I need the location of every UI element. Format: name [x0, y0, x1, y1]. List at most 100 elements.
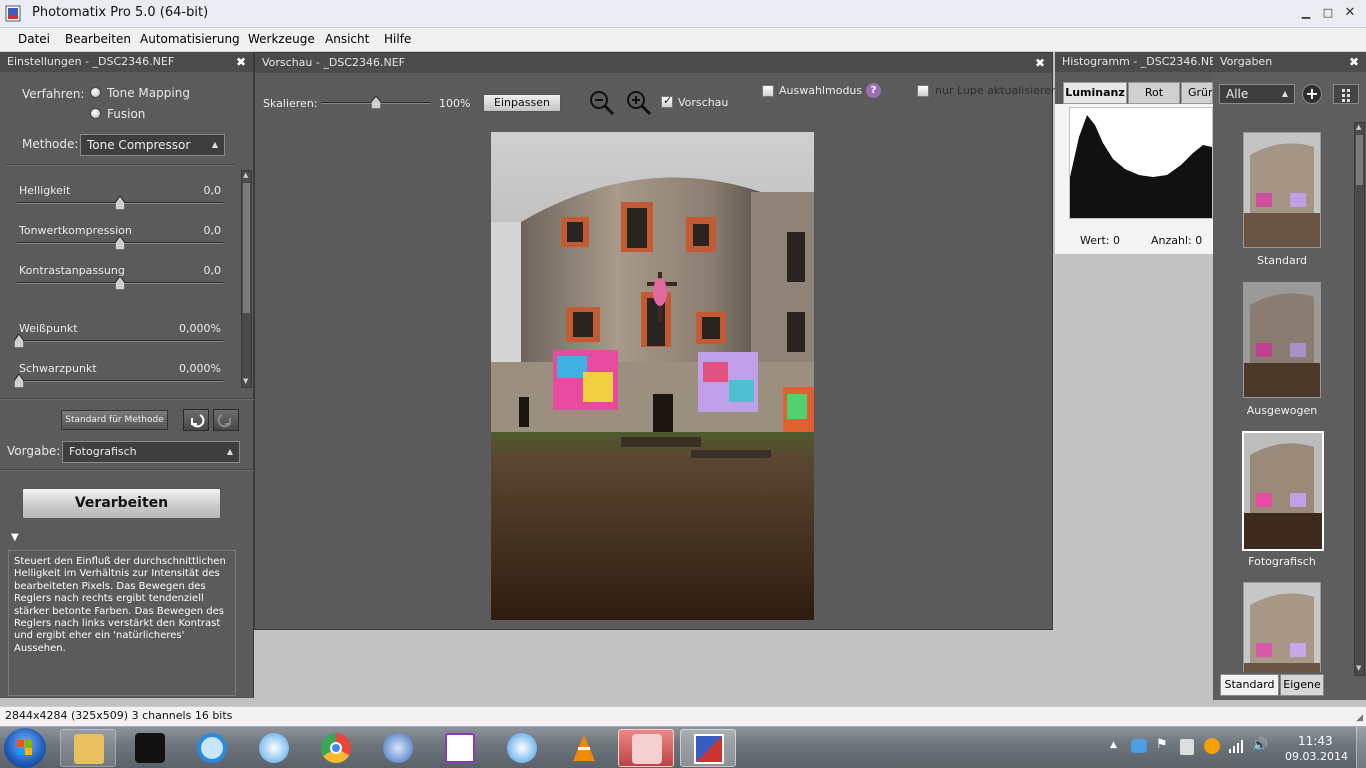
settings-scrollbar[interactable]: ▲ ▼	[241, 170, 252, 388]
vorgabe-dropdown[interactable]: Fotografisch ▲	[62, 441, 240, 463]
dropdown-arrows-icon: ▲	[226, 447, 233, 456]
zoom-out-icon[interactable]	[588, 89, 616, 120]
settings-panel: Einstellungen - _DSC2346.NEF ✖ Verfahren…	[0, 52, 254, 698]
standard-for-method-button[interactable]: Standard für Methode	[61, 410, 168, 430]
slider-schwarzpunkt[interactable]: Schwarzpunkt 0,000%	[14, 362, 226, 392]
menu-automatisierung[interactable]: Automatisierung	[140, 32, 240, 46]
menu-hilfe[interactable]: Hilfe	[384, 32, 411, 46]
preset-label: Ausgewogen	[1246, 404, 1318, 417]
collapse-triangle-icon[interactable]: ▼	[11, 532, 19, 543]
scroll-down-icon[interactable]: ▼	[1356, 664, 1361, 672]
unity-icon	[135, 733, 165, 763]
close-window-button[interactable]: ✕	[1343, 6, 1357, 20]
slider-thumb-icon[interactable]	[115, 276, 125, 290]
loupe-only-checkbox[interactable]	[917, 85, 929, 97]
methode-dropdown[interactable]: Tone Compressor ▲	[80, 134, 225, 156]
tray-expand-icon[interactable]: ▲	[1110, 740, 1117, 750]
presets-scrollbar[interactable]: ▲ ▼	[1354, 122, 1365, 676]
scrollbar-thumb[interactable]	[1356, 135, 1363, 185]
scale-slider-thumb-icon[interactable]	[371, 96, 381, 109]
tray-cloud-icon[interactable]	[1131, 739, 1147, 753]
preset-card-standard[interactable]: Standard	[1243, 132, 1321, 267]
window-title: Photomatix Pro 5.0 (64-bit)	[32, 5, 209, 20]
scrollbar-thumb[interactable]	[243, 183, 250, 313]
selection-mode-checkbox[interactable]	[762, 85, 774, 97]
undo-button[interactable]	[183, 409, 209, 431]
taskbar-onenote[interactable]	[432, 729, 488, 767]
taskbar-internet-explorer[interactable]	[184, 729, 240, 767]
process-button[interactable]: Verarbeiten	[22, 488, 221, 519]
slider-label: Kontrastanpassung	[19, 264, 125, 277]
slider-thumb-icon[interactable]	[14, 374, 24, 388]
tab-eigene-presets[interactable]: Eigene	[1280, 674, 1324, 696]
preset-card-ausgewogen[interactable]: Ausgewogen	[1243, 282, 1321, 417]
maximize-button[interactable]: □	[1321, 6, 1335, 20]
taskbar-thunderbird[interactable]	[370, 729, 426, 767]
slider-area: Helligkeit 0,0 Tonwertkompression 0,0 Ko…	[0, 170, 252, 392]
show-desktop-button[interactable]	[1356, 727, 1366, 768]
histogram-panel: Histogramm - _DSC2346.NEF Luminanz Rot G…	[1055, 52, 1213, 254]
tray-signal-icon[interactable]	[1228, 738, 1244, 757]
selection-mode-label: Auswahlmodus	[779, 84, 863, 97]
menu-datei[interactable]: Datei	[18, 32, 50, 46]
tray-volume-icon[interactable]: 🔊	[1252, 738, 1268, 753]
menu-werkzeuge[interactable]: Werkzeuge	[248, 32, 315, 46]
preset-card[interactable]	[1243, 582, 1321, 672]
slider-thumb-icon[interactable]	[115, 196, 125, 210]
scale-label: Skalieren:	[263, 97, 318, 110]
dropdown-arrows-icon: ▲	[211, 140, 218, 149]
slider-thumb-icon[interactable]	[14, 334, 24, 348]
minimize-button[interactable]: ▁	[1299, 6, 1313, 20]
taskbar-photomatix[interactable]	[680, 729, 736, 767]
tab-gruen[interactable]: Grün	[1181, 82, 1213, 104]
tab-luminanz[interactable]: Luminanz	[1063, 82, 1127, 104]
preset-filter-dropdown[interactable]: Alle ▲	[1219, 84, 1295, 104]
fit-button[interactable]: Einpassen	[483, 94, 561, 112]
scroll-up-icon[interactable]: ▲	[1356, 123, 1361, 131]
taskbar-explorer[interactable]	[60, 729, 116, 767]
settings-panel-close-icon[interactable]: ✖	[236, 52, 246, 72]
snipping-tool-icon	[632, 734, 662, 764]
taskbar-vlc[interactable]	[556, 729, 612, 767]
menu-ansicht[interactable]: Ansicht	[325, 32, 369, 46]
slider-value: 0,000%	[179, 322, 221, 335]
onenote-icon	[445, 733, 475, 763]
internet-explorer-icon	[197, 733, 227, 763]
tab-standard-presets[interactable]: Standard	[1220, 674, 1279, 696]
scale-slider[interactable]	[321, 96, 431, 109]
scroll-down-icon[interactable]: ▼	[243, 377, 248, 385]
taskbar-chrome[interactable]	[308, 729, 364, 767]
slider-kontrastanpassung[interactable]: Kontrastanpassung 0,0	[14, 264, 226, 294]
clock-date[interactable]: 09.03.2014	[1285, 750, 1348, 763]
presets-panel-close-icon[interactable]: ✖	[1349, 52, 1359, 72]
preview-panel-close-icon[interactable]: ✖	[1035, 53, 1045, 73]
preview-image[interactable]	[491, 132, 814, 620]
tab-rot[interactable]: Rot	[1128, 82, 1180, 104]
taskbar-itunes[interactable]	[494, 729, 550, 767]
taskbar-unity[interactable]	[122, 729, 178, 767]
fusion-radio[interactable]	[90, 108, 101, 119]
preset-card-fotografisch[interactable]: Fotografisch	[1242, 431, 1324, 568]
fusion-label: Fusion	[107, 107, 146, 121]
view-grid-icon[interactable]	[1333, 84, 1359, 104]
slider-tonwertkompression[interactable]: Tonwertkompression 0,0	[14, 224, 226, 254]
slider-helligkeit[interactable]: Helligkeit 0,0	[14, 184, 226, 214]
menu-bearbeiten[interactable]: Bearbeiten	[65, 32, 131, 46]
scroll-up-icon[interactable]: ▲	[243, 171, 248, 179]
tray-app-icon[interactable]	[1204, 738, 1220, 754]
taskbar-snipping-tool[interactable]	[618, 729, 674, 767]
preview-checkbox[interactable]: ✓	[661, 94, 673, 108]
tray-flag-icon[interactable]: ⚑	[1156, 737, 1168, 752]
help-icon[interactable]: ?	[866, 83, 881, 98]
resize-grip-icon[interactable]: ◢	[1356, 709, 1363, 727]
tone-mapping-radio[interactable]	[90, 87, 101, 98]
taskbar-safari[interactable]	[246, 729, 302, 767]
add-preset-icon[interactable]: +	[1302, 84, 1322, 104]
slider-thumb-icon[interactable]	[115, 236, 125, 250]
start-button[interactable]	[4, 728, 46, 768]
slider-weisspunkt[interactable]: Weißpunkt 0,000%	[14, 322, 226, 352]
tray-device-icon[interactable]	[1180, 739, 1194, 755]
clock-time[interactable]: 11:43	[1298, 734, 1333, 748]
redo-button[interactable]	[213, 409, 239, 431]
zoom-in-icon[interactable]	[625, 89, 653, 120]
